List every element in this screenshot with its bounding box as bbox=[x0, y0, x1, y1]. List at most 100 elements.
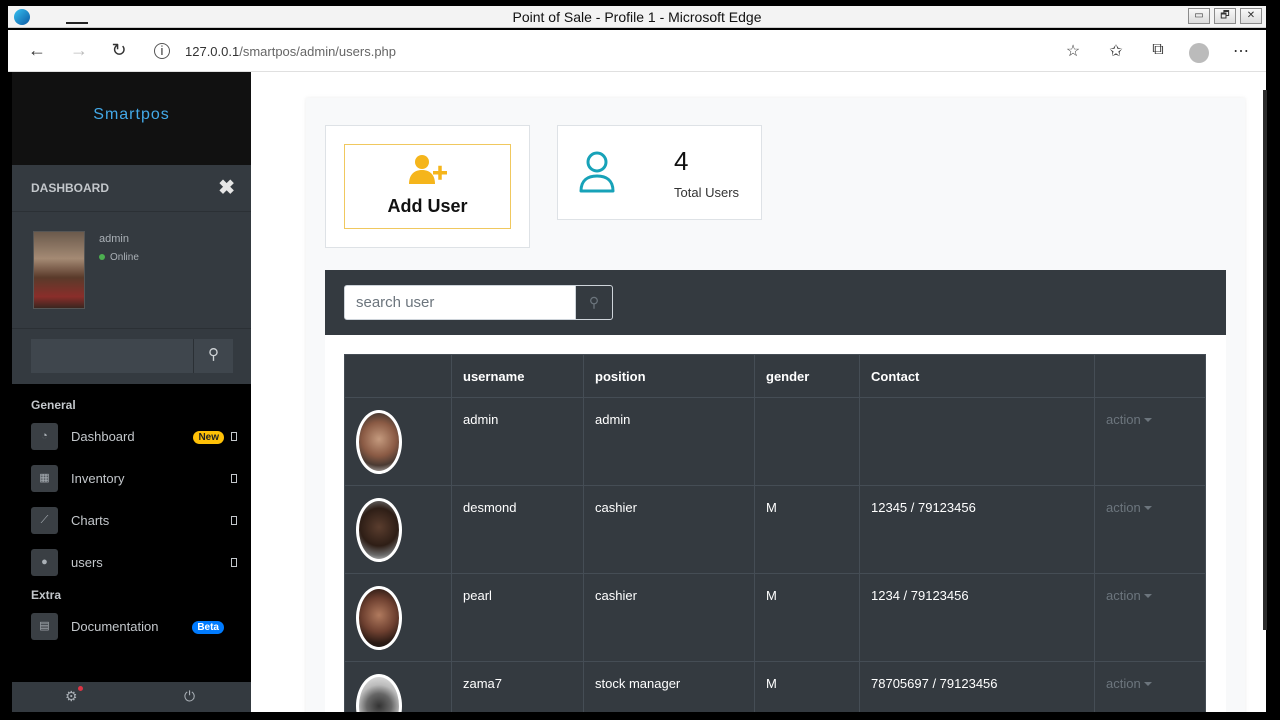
position-cell: cashier bbox=[583, 485, 755, 574]
expand-icon bbox=[231, 474, 237, 483]
caret-down-icon bbox=[1143, 682, 1152, 686]
add-user-label: Add User bbox=[387, 196, 468, 216]
username-cell: admin bbox=[451, 397, 584, 486]
sidebar-item-users[interactable]: ● users bbox=[12, 544, 251, 586]
chart-icon: ⟋ bbox=[31, 507, 58, 534]
user-name: admin bbox=[99, 233, 129, 245]
contact-cell: 12345 / 79123456 bbox=[859, 485, 1095, 574]
action-dropdown[interactable]: action bbox=[1106, 412, 1152, 427]
admin-avatar bbox=[33, 231, 85, 309]
back-arrow-icon[interactable]: ← bbox=[26, 40, 48, 61]
online-dot-icon bbox=[99, 254, 105, 260]
sidebar-search: ⚲ bbox=[12, 329, 251, 384]
sidebar-item-inventory[interactable]: ▦ Inventory bbox=[12, 460, 251, 502]
power-icon[interactable]: ⏻ bbox=[184, 688, 195, 705]
contact-cell: 78705697 / 79123456 bbox=[859, 661, 1095, 712]
username-cell: desmond bbox=[451, 485, 584, 574]
search-user-input[interactable] bbox=[344, 285, 576, 320]
close-sidebar-icon[interactable]: ✖ bbox=[218, 175, 235, 200]
user-avatar bbox=[356, 498, 402, 562]
page-scrollbar[interactable] bbox=[1263, 90, 1267, 630]
action-dropdown[interactable]: action bbox=[1106, 676, 1152, 691]
sidebar-item-label: users bbox=[71, 555, 103, 570]
action-cell: action bbox=[1094, 661, 1206, 712]
sidebar-search-button[interactable]: ⚲ bbox=[193, 339, 233, 373]
photo-cell bbox=[344, 397, 452, 486]
username-cell: pearl bbox=[451, 573, 584, 662]
favorites-icon[interactable]: ✩ bbox=[1105, 41, 1127, 61]
sidebar-item-dashboard[interactable]: ◔ Dashboard New bbox=[12, 418, 251, 460]
forward-arrow-icon[interactable]: → bbox=[68, 40, 90, 61]
brand-logo[interactable]: Smartpos bbox=[12, 72, 251, 165]
action-cell: action bbox=[1094, 485, 1206, 574]
photo-cell bbox=[344, 661, 452, 712]
collections-icon[interactable]: ⧉ bbox=[1147, 41, 1169, 59]
section-extra-title: Extra bbox=[31, 588, 62, 602]
user-avatar bbox=[356, 410, 402, 474]
add-user-button[interactable]: Add User bbox=[344, 144, 511, 229]
window-title: Point of Sale - Profile 1 - Microsoft Ed… bbox=[512, 9, 762, 25]
site-info-icon[interactable]: i bbox=[154, 43, 170, 59]
gender-cell: M bbox=[754, 573, 860, 662]
action-dropdown[interactable]: action bbox=[1106, 500, 1152, 515]
caret-down-icon bbox=[1143, 594, 1152, 598]
minimize-button[interactable]: ▭ bbox=[1188, 8, 1210, 24]
close-window-button[interactable]: ✕ bbox=[1240, 8, 1262, 24]
users-table: username position gender Contact admin a… bbox=[344, 354, 1206, 712]
dashboard-label: DASHBOARD bbox=[31, 181, 109, 195]
gear-icon[interactable]: ⚙ bbox=[65, 686, 83, 705]
dashboard-icon: ◔ bbox=[31, 423, 58, 450]
user-icon: ● bbox=[31, 549, 58, 576]
gender-cell: M bbox=[754, 485, 860, 574]
gender-cell bbox=[754, 397, 860, 486]
user-outline-icon bbox=[579, 151, 615, 193]
sidebar-footer: ⚙ ⏻ bbox=[12, 682, 251, 712]
restore-button[interactable]: 🗗 bbox=[1214, 8, 1236, 24]
table-row: pearl cashier M 1234 / 79123456 action bbox=[344, 573, 1206, 662]
sidebar-item-label: Documentation bbox=[71, 619, 159, 634]
dashboard-header: DASHBOARD ✖ bbox=[12, 165, 251, 212]
title-bar: Point of Sale - Profile 1 - Microsoft Ed… bbox=[8, 6, 1266, 28]
search-user-button[interactable]: ⚲ bbox=[575, 285, 613, 320]
sidebar-item-charts[interactable]: ⟋ Charts bbox=[12, 502, 251, 544]
username-cell: zama7 bbox=[451, 661, 584, 712]
column-header-contact: Contact bbox=[859, 354, 1095, 398]
position-cell: admin bbox=[583, 397, 755, 486]
expand-icon bbox=[231, 558, 237, 567]
notification-dot bbox=[77, 686, 83, 691]
expand-icon bbox=[231, 516, 237, 525]
gender-cell: M bbox=[754, 661, 860, 712]
search-icon: ⚲ bbox=[208, 346, 219, 363]
total-users-label: Total Users bbox=[674, 185, 740, 200]
table-header-row: username position gender Contact bbox=[344, 354, 1206, 398]
sidebar: Smartpos DASHBOARD ✖ admin Online ⚲ Gene… bbox=[12, 72, 251, 712]
table-row: desmond cashier M 12345 / 79123456 actio… bbox=[344, 485, 1206, 574]
sidebar-search-input[interactable] bbox=[31, 339, 193, 373]
add-user-icon bbox=[345, 154, 510, 193]
sidebar-menu: General ◔ Dashboard New ▦ Inventory ⟋ Ch… bbox=[12, 384, 251, 650]
photo-cell bbox=[344, 485, 452, 574]
table-row: zama7 stock manager M 78705697 / 7912345… bbox=[344, 661, 1206, 712]
url-field[interactable]: 127.0.0.1/smartpos/admin/users.php bbox=[185, 44, 396, 59]
url-path: /smartpos/admin/users.php bbox=[239, 44, 397, 59]
total-users-count: 4 bbox=[674, 146, 689, 176]
user-avatar bbox=[356, 586, 402, 650]
profile-avatar-icon[interactable] bbox=[1189, 43, 1209, 63]
column-header-position: position bbox=[583, 354, 755, 398]
action-cell: action bbox=[1094, 573, 1206, 662]
section-general-title: General bbox=[31, 398, 76, 412]
table-row: admin admin action bbox=[344, 397, 1206, 486]
beta-badge: Beta bbox=[192, 621, 224, 634]
sidebar-item-documentation[interactable]: ▤ Documentation Beta bbox=[12, 608, 251, 650]
action-dropdown[interactable]: action bbox=[1106, 588, 1152, 603]
more-options-icon[interactable]: ⋯ bbox=[1230, 41, 1252, 61]
contact-cell bbox=[859, 397, 1095, 486]
users-panel: ⚲ username position gender Contact bbox=[325, 270, 1226, 712]
photo-cell bbox=[344, 573, 452, 662]
refresh-icon[interactable]: ↻ bbox=[108, 40, 130, 61]
caret-down-icon bbox=[1143, 506, 1152, 510]
user-avatar bbox=[356, 674, 402, 712]
column-header-gender: gender bbox=[754, 354, 860, 398]
column-header-username: username bbox=[451, 354, 584, 398]
favorite-add-icon[interactable]: ☆ bbox=[1062, 41, 1084, 61]
